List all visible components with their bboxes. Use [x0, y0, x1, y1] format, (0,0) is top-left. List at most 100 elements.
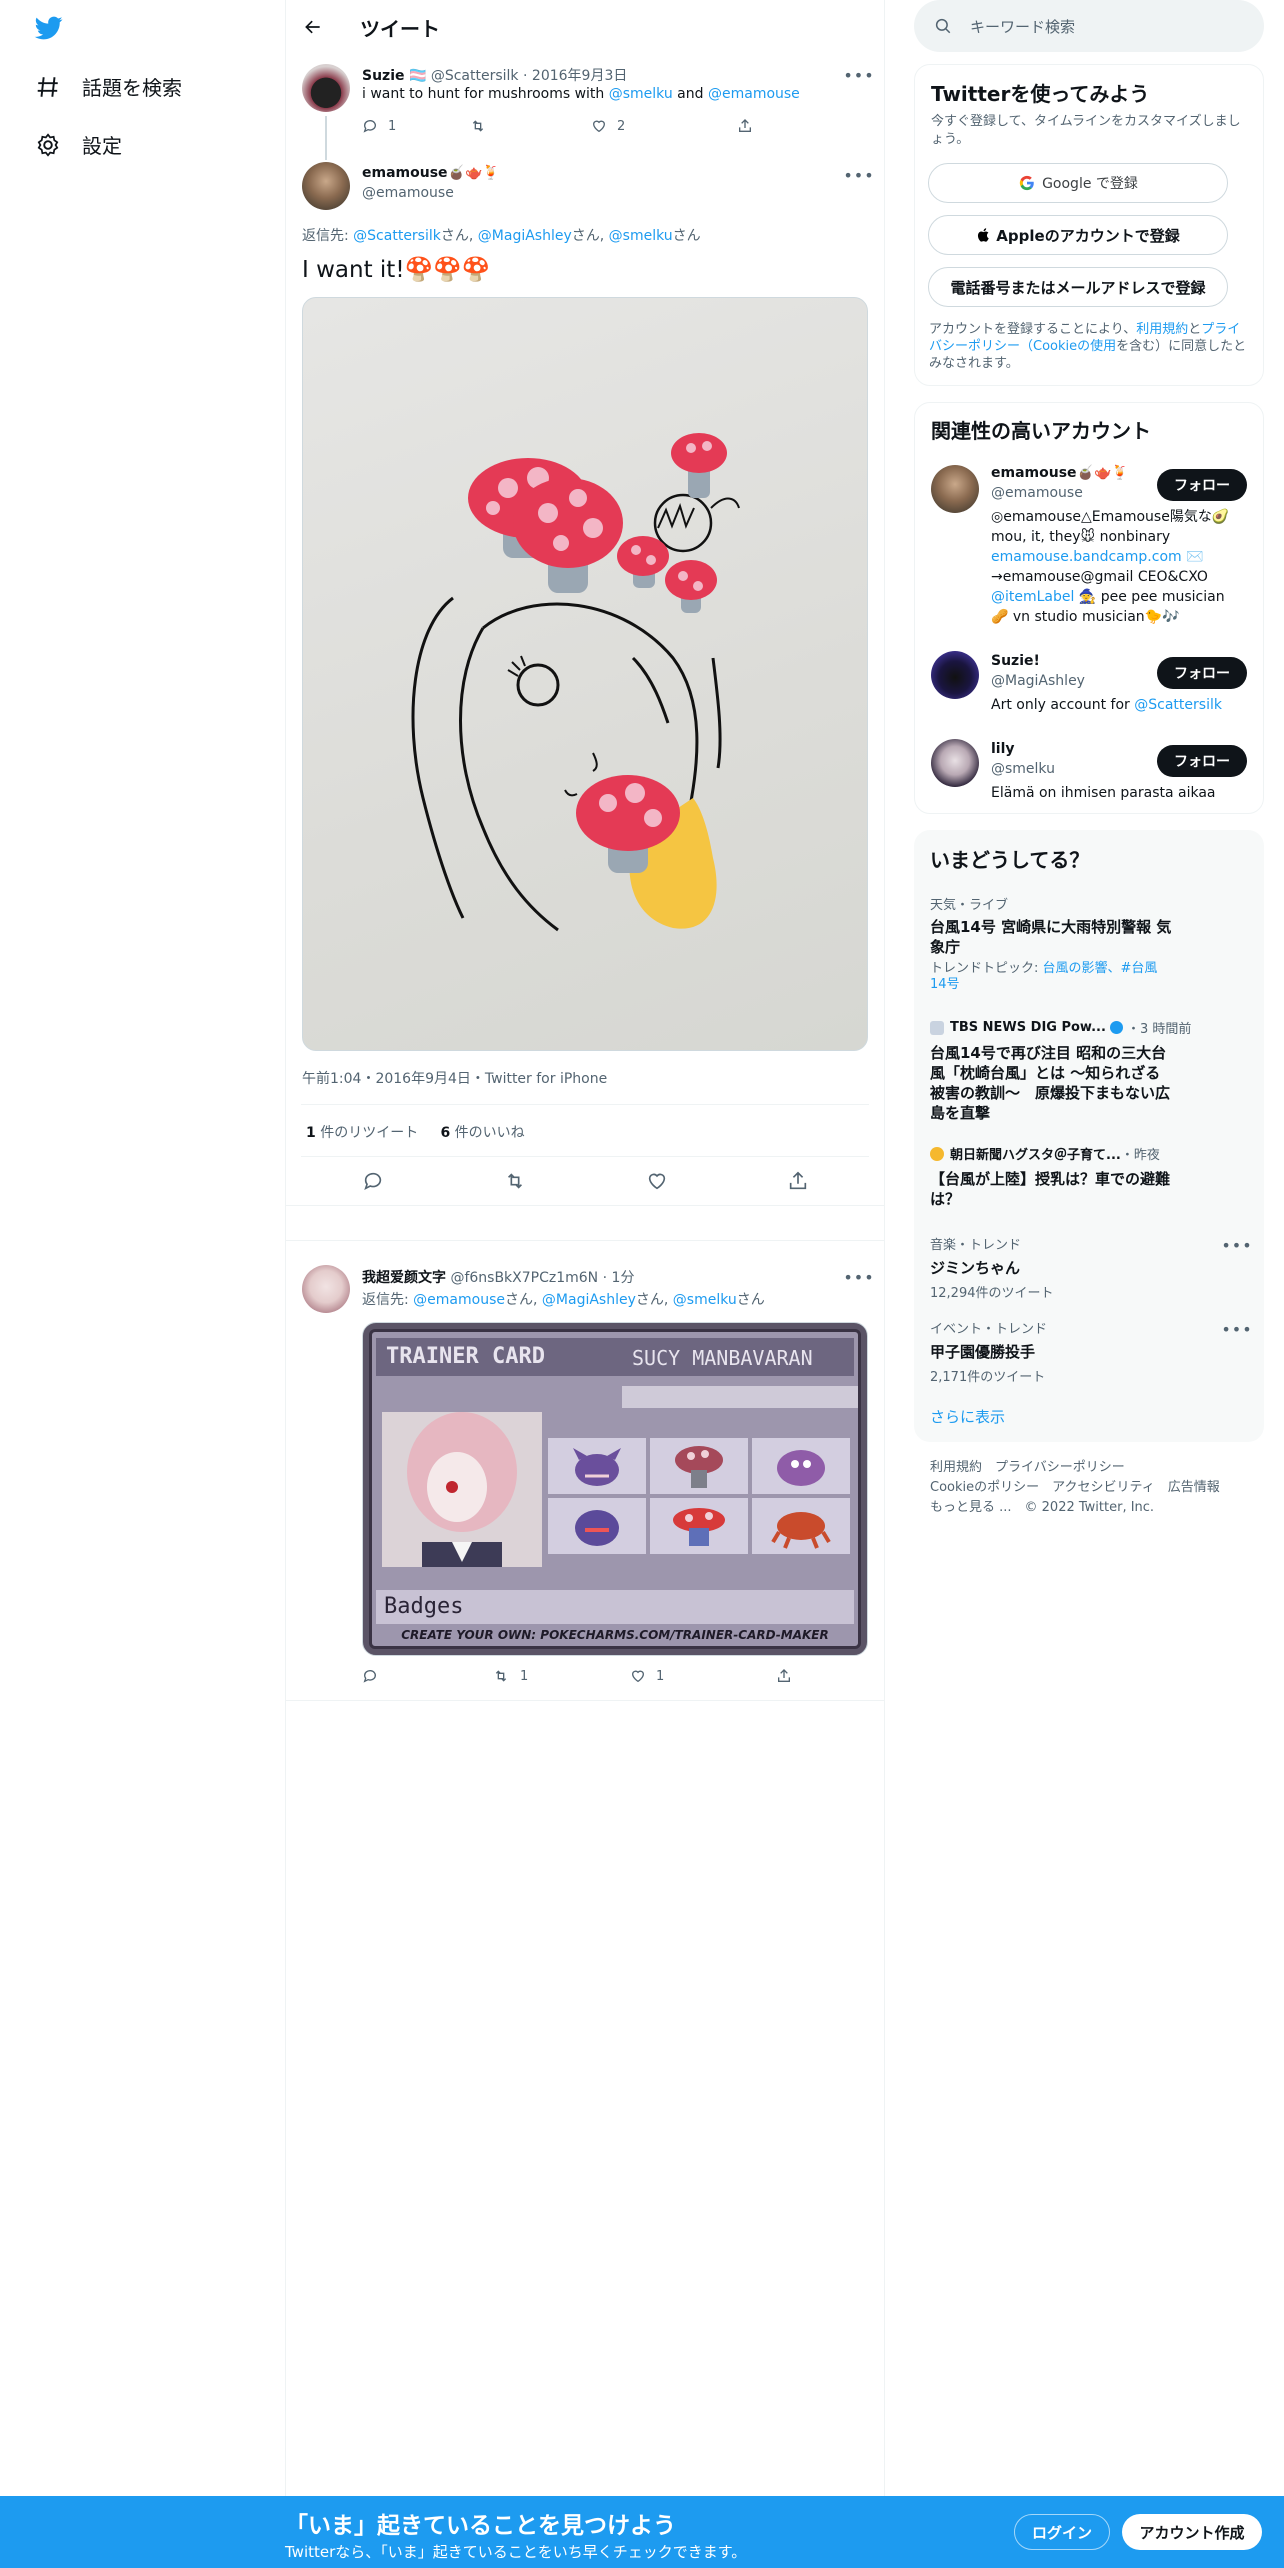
phone-signup-label: 電話番号またはメールアドレスで登録 — [950, 278, 1206, 297]
nav-explore[interactable]: 話題を検索 — [34, 72, 182, 101]
trend-item[interactable]: 音楽・トレンド ジミンちゃん 12,294件のツイート ••• — [930, 1234, 1252, 1302]
tweet-time[interactable]: 1分 — [612, 1270, 635, 1286]
left-navigation: 話題を検索 設定 — [0, 0, 285, 2496]
author-handle[interactable]: @f6nsBkX7PCz1m6N — [450, 1270, 598, 1286]
tweet-stats: 1 件のリツイート 6 件のいいね — [306, 1122, 525, 1142]
avatar[interactable] — [302, 162, 350, 210]
bio-link[interactable]: @itemLabel — [991, 589, 1074, 605]
mention-link[interactable]: @MagiAshley — [478, 228, 572, 244]
hashtag-icon — [34, 73, 62, 101]
retweets-stat[interactable]: 1 件のリツイート — [306, 1125, 418, 1141]
avatar[interactable] — [931, 651, 979, 699]
login-button[interactable]: ログイン — [1014, 2514, 1110, 2550]
account-handle[interactable]: @smelku — [991, 761, 1055, 777]
reply-button[interactable]: 1 — [362, 118, 469, 134]
mention-link[interactable]: @Scattersilk — [353, 228, 441, 244]
tweet-image[interactable] — [302, 297, 868, 1051]
mention-link[interactable]: @smelku — [673, 1292, 737, 1308]
apple-signup-button[interactable]: Appleのアカウントで登録 — [928, 215, 1228, 255]
card-title: TRAINER CARD — [386, 1344, 545, 1369]
follow-button[interactable]: フォロー — [1157, 469, 1247, 501]
author-handle[interactable]: @Scattersilk — [431, 68, 519, 84]
share-button[interactable] — [776, 1668, 792, 1684]
search-placeholder: キーワード検索 — [970, 17, 1076, 36]
footer-line[interactable]: Cookieのポリシー アクセシビリティ 広告情報 — [930, 1478, 1220, 1498]
trend-item[interactable]: イベント・トレンド 甲子園優勝投手 2,171件のツイート ••• — [930, 1318, 1252, 1386]
avatar[interactable] — [302, 1265, 350, 1313]
author-name[interactable]: Suzie — [362, 68, 405, 84]
twitter-logo-icon[interactable] — [33, 14, 65, 42]
show-more-link[interactable]: さらに表示 — [930, 1406, 1005, 1427]
mention-link[interactable]: @MagiAshley — [542, 1292, 636, 1308]
avatar[interactable] — [931, 739, 979, 787]
phone-email-signup-button[interactable]: 電話番号またはメールアドレスで登録 — [928, 267, 1228, 307]
trend-title: 【台風が上陸】授乳は？車での避難は？ — [930, 1170, 1171, 1208]
footer-line[interactable]: 利用規約 プライバシーポリシー — [930, 1458, 1220, 1478]
account-name[interactable]: lily — [991, 741, 1015, 757]
retweet-icon — [507, 1173, 522, 1189]
account-name[interactable]: Suzie! — [991, 653, 1040, 669]
account-bio: ◎emamouse△Emamouse陽気な🥑 mou, it, they🐭 no… — [991, 509, 1230, 625]
author-handle[interactable]: @emamouse — [362, 185, 454, 201]
author-name[interactable]: 我超爱颜文字 — [362, 1270, 446, 1286]
likes-stat[interactable]: 6 件のいいね — [440, 1125, 524, 1141]
reply-button[interactable] — [362, 1668, 492, 1684]
bottom-signup-bar: 「いま」起きていることを見つけよう Twitterなら、「いま」起きていることを… — [0, 2496, 1284, 2568]
account-handle[interactable]: @MagiAshley — [991, 673, 1085, 689]
like-button[interactable] — [646, 1170, 668, 1192]
trainer-card-image[interactable]: TRAINER CARD SUCY MANBAVARAN Badges CREA… — [362, 1322, 868, 1656]
retweet-button[interactable] — [503, 1170, 527, 1192]
share-button[interactable] — [787, 1170, 809, 1192]
more-options-icon[interactable]: ••• — [1221, 1234, 1251, 1256]
trend-title: ジミンちゃん — [930, 1259, 1021, 1277]
mention-link[interactable]: @smelku — [609, 86, 673, 102]
signup-button[interactable]: アカウント作成 — [1122, 2514, 1262, 2550]
more-options-icon[interactable]: ••• — [843, 1266, 873, 1288]
reply-icon — [363, 1670, 376, 1683]
mention-link[interactable]: @smelku — [609, 228, 673, 244]
heart-icon — [592, 120, 606, 133]
avatar[interactable] — [931, 465, 979, 513]
main-column: ツイート Suzie 🏳️‍⚧️ @Scattersilk · 2016年9月3… — [285, 0, 885, 2496]
signup-title: Twitterを使ってみよう — [931, 82, 1150, 106]
avatar[interactable] — [302, 64, 350, 112]
more-options-icon[interactable]: ••• — [1221, 1318, 1251, 1340]
retweet-button[interactable] — [469, 118, 591, 134]
like-button[interactable]: 1 — [630, 1668, 776, 1684]
nav-settings[interactable]: 設定 — [34, 130, 122, 159]
account-name[interactable]: emamouse🧉🫖🍹 — [991, 465, 1129, 481]
trend-title: 台風14号で再び注目 昭和の三大台風「枕崎台風」とは ～知られざる被害の教訓～ … — [930, 1044, 1171, 1122]
mention-link[interactable]: @emamouse — [413, 1292, 505, 1308]
google-signup-label: Google で登録 — [1042, 176, 1138, 192]
mention-link[interactable]: @emamouse — [708, 86, 800, 102]
like-count: 2 — [617, 118, 626, 134]
search-input[interactable]: キーワード検索 — [914, 0, 1264, 52]
follow-button[interactable]: フォロー — [1157, 657, 1247, 689]
bottom-subtitle: Twitterなら、「いま」起きていることをいち早くチェックできます。 — [285, 2543, 747, 2561]
more-options-icon[interactable]: ••• — [843, 164, 873, 186]
account-handle[interactable]: @emamouse — [991, 485, 1083, 501]
terms-link[interactable]: 利用規約 — [1136, 322, 1188, 337]
retweet-icon — [495, 1670, 507, 1682]
author-name[interactable]: emamouse🧉🫖🍹 — [362, 165, 500, 181]
bio-link[interactable]: @Scattersilk — [1134, 697, 1222, 713]
bio-link[interactable]: emamouse.bandcamp.com — [991, 549, 1182, 565]
like-button[interactable]: 2 — [591, 118, 737, 134]
share-button[interactable] — [737, 118, 753, 134]
retweet-button[interactable]: 1 — [492, 1668, 630, 1684]
follow-button[interactable]: フォロー — [1157, 745, 1247, 777]
more-options-icon[interactable]: ••• — [843, 64, 873, 86]
trend-item[interactable]: 朝日新聞ハグスタ＠子育て... ・昨夜 【台風が上陸】授乳は？車での避難は？ — [930, 1144, 1248, 1209]
google-signup-button[interactable]: Google で登録 — [928, 163, 1228, 203]
trend-item[interactable]: 天気・ライブ 台風14号 宮崎県に大雨特別警報 気象庁 トレンドトピック: 台風… — [930, 894, 1248, 993]
reply-button[interactable] — [362, 1170, 384, 1192]
trends-title: いまどうしてる？ — [930, 848, 1090, 872]
related-accounts-card: 関連性の高いアカウント emamouse🧉🫖🍹 @emamouse フォロー ◎… — [914, 402, 1264, 814]
gear-icon — [34, 131, 62, 159]
page-header: ツイート — [286, 0, 884, 54]
trend-item[interactable]: TBS NEWS DIG Pow... ・3 時間前 台風14号で再び注目 昭和… — [930, 1018, 1248, 1123]
footer-line[interactable]: もっと見る ... © 2022 Twitter, Inc. — [930, 1498, 1220, 1518]
tweet-date[interactable]: 2016年9月3日 — [532, 68, 627, 84]
tweet-timestamp[interactable]: 午前1:04・2016年9月4日・Twitter for iPhone — [302, 1068, 607, 1088]
back-arrow-icon[interactable] — [300, 14, 326, 40]
